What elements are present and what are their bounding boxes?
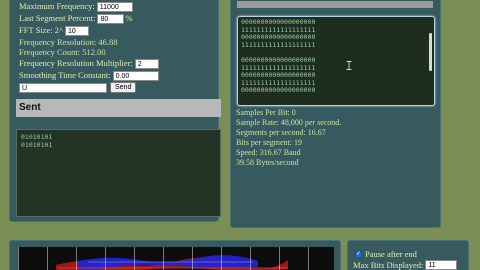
sent-output: 01010101 01010101	[16, 129, 221, 217]
message-row: U Send	[19, 82, 137, 93]
last-segment-row: Last Segment Percent: 80 %	[19, 13, 133, 24]
smoothing-row: Smoothing Time Constant: 0.00	[19, 70, 159, 81]
pause-after-end-row: ✓ Pause after end	[355, 249, 417, 259]
sent-line: 01010101	[21, 133, 53, 141]
message-input[interactable]: U	[19, 82, 107, 93]
spectrogram-canvas	[18, 247, 334, 270]
receiver-header-bar	[237, 1, 433, 8]
resolution-multiplier-row: Frequency Resolution Multiplier: 2	[19, 58, 159, 69]
spectrogram-panel	[9, 240, 341, 270]
spectrogram-image	[18, 247, 334, 270]
send-button[interactable]: Send	[110, 82, 137, 93]
fft-size-label: FFT Size: 2^	[19, 25, 63, 35]
bits-scrollbar[interactable]	[429, 33, 432, 71]
sent-title: Sent	[16, 99, 221, 117]
sent-line: 01010101	[21, 141, 53, 149]
check-icon: ✓	[355, 251, 362, 257]
options-panel: ✓ Pause after end Max Bits Displayed: 11	[347, 240, 469, 270]
resolution-multiplier-input[interactable]: 2	[134, 58, 159, 69]
percent-suffix: %	[125, 13, 133, 23]
bits-per-segment: Bits per segment: 19	[236, 138, 302, 147]
bytes-per-second: 39.58 Bytes/second	[236, 158, 299, 167]
max-bits-label: Max Bits Displayed:	[353, 260, 424, 270]
receiver-panel: 0000000000000000000 1111111111111111111 …	[230, 0, 441, 228]
fft-size-row: FFT Size: 2^ 10	[19, 25, 89, 36]
max-bits-input[interactable]: 11	[425, 260, 458, 270]
samples-per-bit: Samples Per Bit: 0	[236, 108, 296, 117]
bits-line: 0000000000000000000	[241, 86, 316, 95]
sample-rate: Sample Rate: 48,000 per second.	[236, 118, 342, 127]
resolution-multiplier-label: Frequency Resolution Multiplier:	[19, 58, 133, 68]
pause-after-end-checkbox[interactable]: ✓	[355, 250, 362, 258]
last-segment-input[interactable]: 80	[97, 13, 125, 24]
max-bits-row: Max Bits Displayed: 11	[353, 260, 458, 270]
max-frequency-label: Maximum Frequency:	[19, 1, 95, 11]
received-bits-textarea[interactable]: 0000000000000000000 1111111111111111111 …	[237, 16, 435, 106]
last-segment-label: Last Segment Percent:	[19, 13, 96, 23]
fft-size-input[interactable]: 10	[64, 25, 89, 36]
max-frequency-row: Maximum Frequency: 11000	[19, 1, 133, 12]
smoothing-label: Smoothing Time Constant:	[19, 70, 111, 80]
segments-per-second: Segments per second: 16.67	[236, 128, 326, 137]
text-cursor-icon	[346, 61, 352, 70]
max-frequency-input[interactable]: 11000	[96, 1, 133, 12]
bits-line: 1111111111111111111	[241, 40, 316, 49]
settings-panel: Maximum Frequency: 11000 Last Segment Pe…	[9, 0, 221, 222]
smoothing-input[interactable]: 0.00	[112, 70, 159, 81]
frequency-count: Frequency Count: 512.00	[19, 47, 106, 57]
pause-after-end-label: Pause after end	[365, 249, 417, 259]
speed: Speed: 316.67 Baud	[236, 148, 301, 157]
